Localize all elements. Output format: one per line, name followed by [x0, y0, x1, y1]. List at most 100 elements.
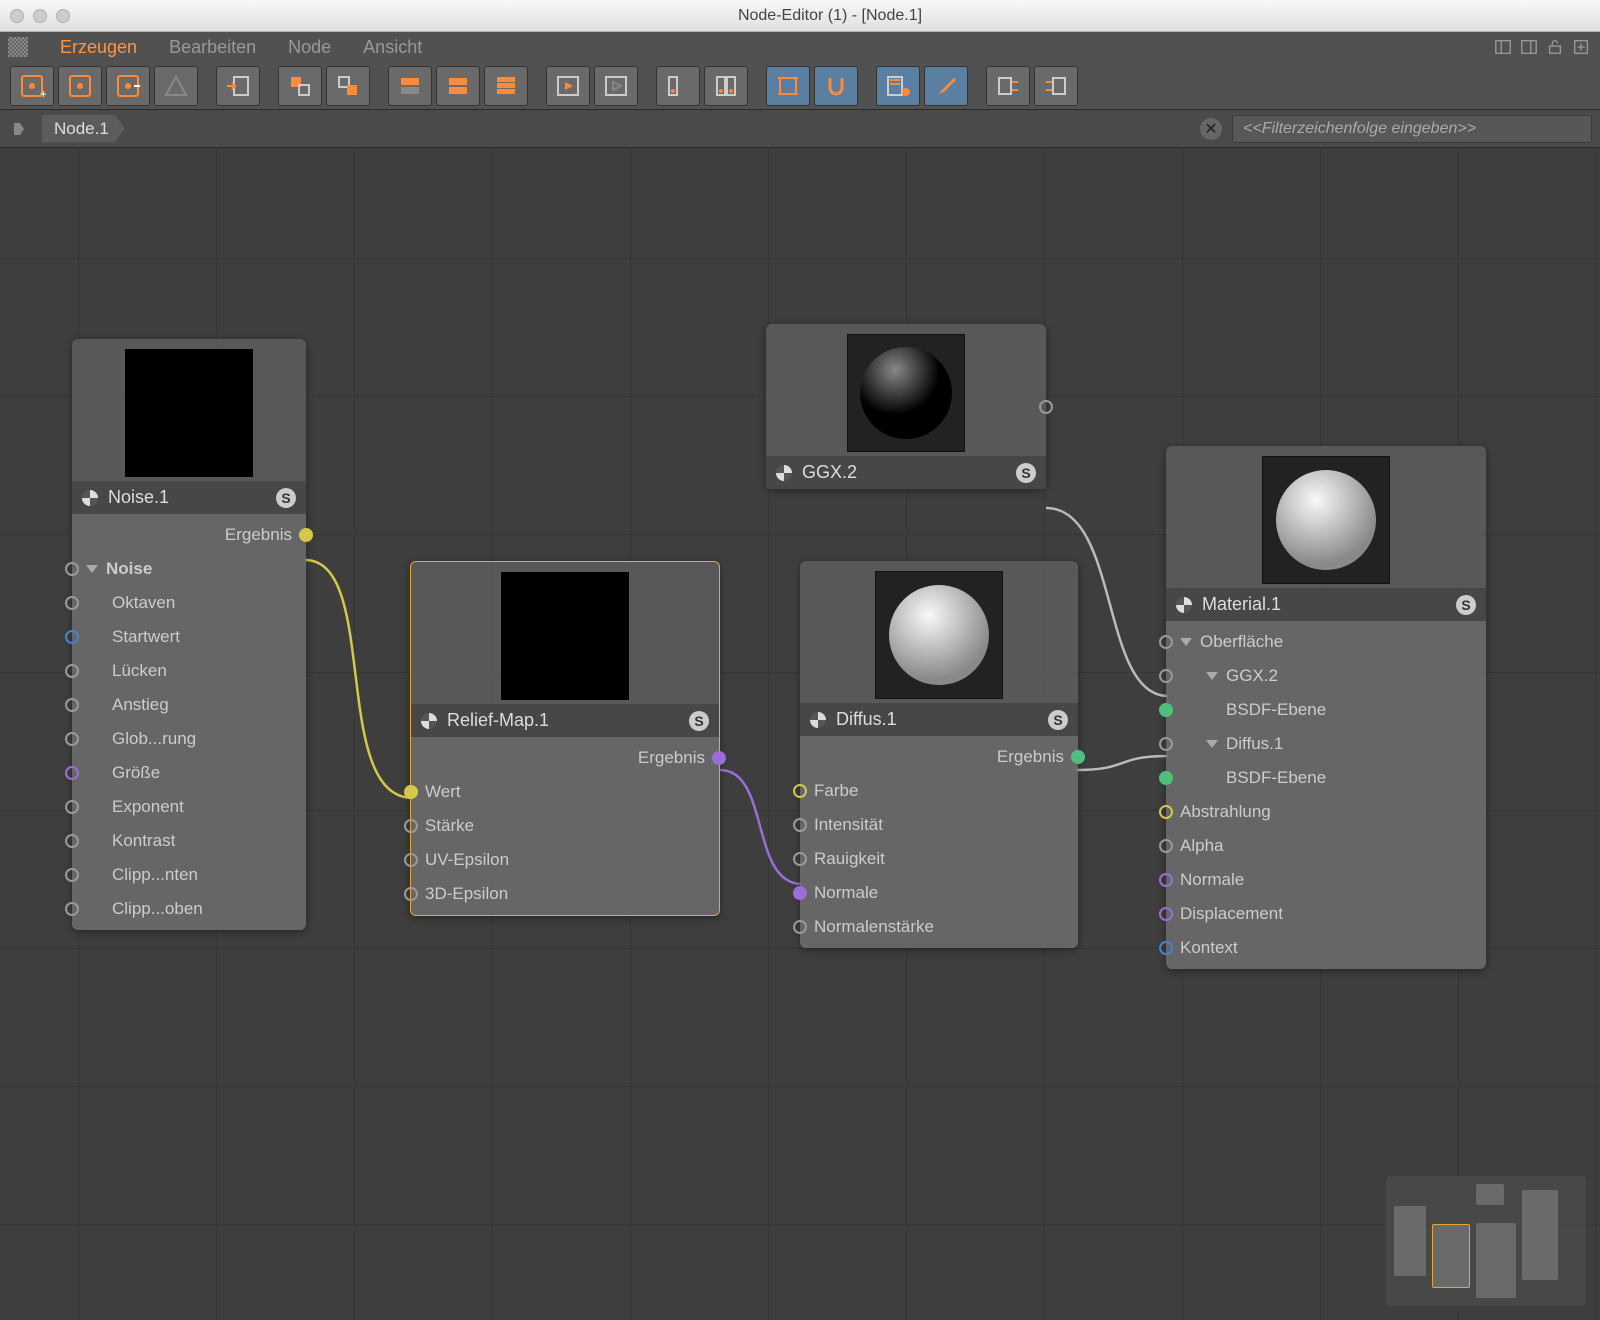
port-in[interactable]	[404, 785, 418, 799]
node-noise[interactable]: Noise.1 S Ergebnis Noise Oktaven Startwe…	[72, 339, 306, 930]
navigator[interactable]	[1386, 1176, 1586, 1306]
port-out[interactable]	[1071, 750, 1085, 764]
port-out-label: Ergebnis	[997, 747, 1064, 767]
tb-group-2[interactable]	[326, 66, 370, 106]
port-in[interactable]	[1159, 737, 1173, 751]
port-in[interactable]	[404, 853, 418, 867]
menu-bearbeiten[interactable]: Bearbeiten	[153, 37, 272, 58]
tb-io-2[interactable]	[1034, 66, 1078, 106]
tb-frame[interactable]	[766, 66, 810, 106]
input-label: Intensität	[814, 815, 883, 835]
port-in[interactable]	[65, 868, 79, 882]
port-in[interactable]	[793, 886, 807, 900]
tb-align-1[interactable]	[656, 66, 700, 106]
tb-add-node[interactable]: +	[10, 66, 54, 106]
port-in[interactable]	[65, 766, 79, 780]
node-header[interactable]: Relief-Map.1 S	[411, 704, 719, 737]
zoom-window-icon[interactable]	[56, 9, 70, 23]
port-in[interactable]	[1159, 941, 1173, 955]
port-in[interactable]	[65, 732, 79, 746]
port-in[interactable]	[65, 664, 79, 678]
port-in[interactable]	[65, 834, 79, 848]
tree-label: Diffus.1	[1226, 734, 1283, 754]
tb-group-1[interactable]	[278, 66, 322, 106]
tb-align-2[interactable]	[704, 66, 748, 106]
port-in[interactable]	[1159, 839, 1173, 853]
port-out[interactable]	[299, 528, 313, 542]
layout-left-icon[interactable]	[1492, 36, 1514, 58]
minimize-window-icon[interactable]	[33, 9, 47, 23]
port-in[interactable]	[65, 630, 79, 644]
tb-io-1[interactable]	[986, 66, 1030, 106]
clear-filter-button[interactable]: ✕	[1200, 118, 1222, 140]
port-in[interactable]	[793, 818, 807, 832]
port-in[interactable]	[65, 902, 79, 916]
solo-badge[interactable]: S	[1456, 595, 1476, 615]
port-in[interactable]	[404, 819, 418, 833]
node-canvas[interactable]: Noise.1 S Ergebnis Noise Oktaven Startwe…	[0, 148, 1600, 1320]
node-diffus[interactable]: Diffus.1 S Ergebnis Farbe Intensität Rau…	[800, 561, 1078, 948]
port-in[interactable]	[1159, 907, 1173, 921]
tb-rows-1[interactable]	[388, 66, 432, 106]
layout-right-icon[interactable]	[1518, 36, 1540, 58]
input-label: Anstieg	[112, 695, 169, 715]
window-controls[interactable]	[10, 9, 70, 23]
port-in[interactable]	[65, 562, 79, 576]
port-in[interactable]	[793, 852, 807, 866]
solo-badge[interactable]: S	[689, 711, 709, 731]
tb-brush[interactable]	[924, 66, 968, 106]
solo-badge[interactable]: S	[1048, 710, 1068, 730]
tree-label: Oberfläche	[1200, 632, 1283, 652]
port-out[interactable]	[1039, 400, 1053, 414]
breadcrumb-node[interactable]: Node.1	[42, 115, 125, 143]
port-in[interactable]	[1159, 669, 1173, 683]
solo-badge[interactable]: S	[1016, 463, 1036, 483]
tb-select-node[interactable]	[58, 66, 102, 106]
node-relief-map[interactable]: Relief-Map.1 S Ergebnis Wert Stärke UV-E…	[410, 561, 720, 916]
node-material[interactable]: Material.1 S Oberfläche GGX.2 BSDF-Ebene…	[1166, 446, 1486, 969]
node-header[interactable]: Material.1 S	[1166, 588, 1486, 621]
port-in[interactable]	[1159, 873, 1173, 887]
tb-export-node[interactable]	[106, 66, 150, 106]
tb-triangle[interactable]	[154, 66, 198, 106]
port-in[interactable]	[65, 596, 79, 610]
port-in[interactable]	[1159, 805, 1173, 819]
node-ggx[interactable]: GGX.2 S	[766, 324, 1046, 489]
close-window-icon[interactable]	[10, 9, 24, 23]
port-in[interactable]	[793, 784, 807, 798]
menu-node[interactable]: Node	[272, 37, 347, 58]
tb-rows-2[interactable]	[436, 66, 480, 106]
chevron-down-icon[interactable]	[1206, 672, 1218, 680]
port-out[interactable]	[712, 751, 726, 765]
port-in[interactable]	[65, 800, 79, 814]
port-in[interactable]	[404, 887, 418, 901]
input-label: Lücken	[112, 661, 167, 681]
tb-import[interactable]	[216, 66, 260, 106]
menu-erzeugen[interactable]: Erzeugen	[44, 37, 153, 58]
root-anchor-icon[interactable]	[8, 117, 32, 141]
port-in[interactable]	[1159, 771, 1173, 785]
tb-play-1[interactable]	[546, 66, 590, 106]
node-header[interactable]: Diffus.1 S	[800, 703, 1078, 736]
port-in[interactable]	[1159, 703, 1173, 717]
node-header[interactable]: GGX.2 S	[766, 456, 1046, 489]
lock-icon[interactable]	[1544, 36, 1566, 58]
chevron-down-icon[interactable]	[86, 565, 98, 573]
port-in[interactable]	[1159, 635, 1173, 649]
tb-rows-3[interactable]	[484, 66, 528, 106]
node-header[interactable]: Noise.1 S	[72, 481, 306, 514]
port-in[interactable]	[65, 698, 79, 712]
add-panel-icon[interactable]	[1570, 36, 1592, 58]
menu-ansicht[interactable]: Ansicht	[347, 37, 438, 58]
input-label: Normalenstärke	[814, 917, 934, 937]
solo-badge[interactable]: S	[276, 488, 296, 508]
tb-preview-toggle[interactable]	[876, 66, 920, 106]
chevron-down-icon[interactable]	[1180, 638, 1192, 646]
tb-play-2[interactable]	[594, 66, 638, 106]
port-in[interactable]	[793, 920, 807, 934]
filter-input[interactable]: <<Filterzeichenfolge eingeben>>	[1232, 115, 1592, 143]
category-label: Noise	[106, 559, 152, 579]
chevron-down-icon[interactable]	[1206, 740, 1218, 748]
tb-snap[interactable]	[814, 66, 858, 106]
input-label: Farbe	[814, 781, 858, 801]
